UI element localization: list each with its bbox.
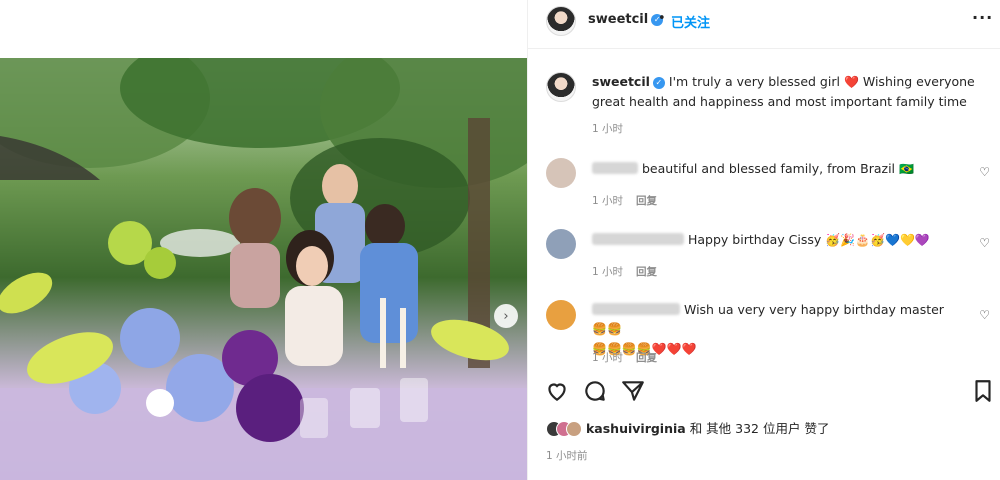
verified-badge-icon: ✓ [652, 77, 665, 89]
photo-illustration [0, 58, 527, 480]
comment-avatar[interactable] [546, 229, 576, 259]
author-username-text[interactable]: sweetcil [588, 12, 648, 27]
likes-summary[interactable]: kashuivirginia 和 其他 332 位用户 赞了 [546, 418, 829, 437]
post-side-panel: sweetcil ✓ • 已关注 ··· sweetcil ✓ I'm truly … [527, 0, 1000, 480]
comment-2-time: 1 小时 [592, 266, 624, 278]
comment-username-redacted[interactable] [592, 303, 680, 315]
caption-heart-emoji: ❤️ [843, 75, 859, 89]
follow-status-button[interactable]: 已关注 [671, 12, 710, 31]
comment-avatar[interactable] [546, 158, 576, 188]
comment-3-emojis: 🍔🍔 [592, 322, 622, 336]
header-separator: • [658, 11, 666, 26]
author-username[interactable]: sweetcil ✓ [588, 12, 664, 27]
comment-2-reply-button[interactable]: 回复 [636, 264, 657, 279]
comment-username-redacted[interactable] [592, 162, 638, 174]
chevron-right-icon: › [503, 308, 509, 324]
more-horizontal-icon[interactable]: ··· [972, 8, 993, 27]
caption-username[interactable]: sweetcil [592, 74, 650, 89]
caption-text: I'm truly a very blessed girl [668, 74, 840, 89]
post-photo-panel: › [0, 0, 527, 480]
comment-2: Happy birthday Cissy 🥳🎉🎂🥳💙💛💜 [592, 230, 962, 250]
like-comment-heart-icon[interactable]: ♡ [979, 236, 990, 250]
comment-3-reply-button[interactable]: 回复 [636, 350, 657, 365]
comment-1: beautiful and blessed family, from Brazi… [592, 159, 962, 179]
comment-2-text: Happy birthday Cissy [687, 232, 822, 247]
post-photo[interactable]: › [0, 58, 527, 480]
author-avatar[interactable] [546, 6, 576, 36]
bookmark-icon[interactable] [970, 378, 996, 404]
liker-avatar [566, 421, 582, 437]
post-time: 1 小时前 [546, 450, 588, 462]
share-icon[interactable] [620, 378, 646, 404]
likes-text: 和 其他 332 位用户 赞了 [689, 421, 830, 436]
like-comment-heart-icon[interactable]: ♡ [979, 165, 990, 179]
like-comment-heart-icon[interactable]: ♡ [979, 308, 990, 322]
comment-1-time: 1 小时 [592, 195, 624, 207]
post-actions-bar [528, 378, 1000, 404]
comment-3-time: 1 小时 [592, 352, 624, 364]
comment-1-text: beautiful and blessed family, from Brazi… [641, 161, 896, 176]
comment-1-reply-button[interactable]: 回复 [636, 193, 657, 208]
comment-1-flag: 🇧🇷 [899, 162, 914, 176]
comment-icon[interactable] [582, 378, 608, 404]
comment-2-emojis: 🥳🎉🎂🥳💙💛💜 [825, 233, 930, 247]
comment-username-redacted[interactable] [592, 233, 684, 245]
caption-time: 1 小时 [592, 123, 624, 135]
comment-avatar[interactable] [546, 300, 576, 330]
liker-username[interactable]: kashuivirginia [586, 421, 686, 436]
header-divider [528, 48, 1000, 49]
post-caption: sweetcil ✓ I'm truly a very blessed girl … [592, 72, 984, 111]
heart-icon[interactable] [544, 378, 570, 404]
comment-3-text: Wish ua very very happy birthday master [683, 302, 944, 317]
next-photo-button[interactable]: › [494, 304, 518, 328]
caption-author-avatar[interactable] [546, 72, 576, 102]
